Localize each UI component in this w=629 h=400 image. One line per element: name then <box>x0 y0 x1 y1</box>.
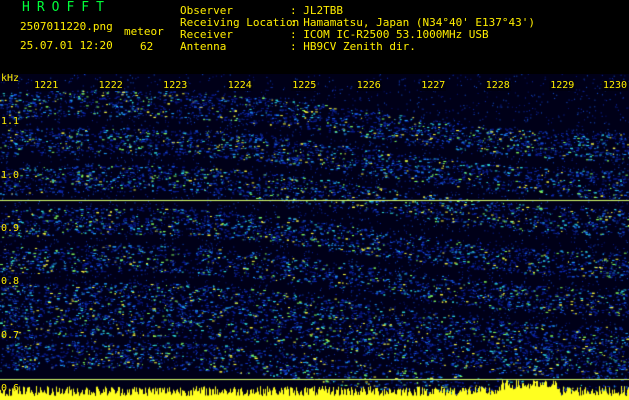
y-tick-label: 0.6 <box>1 383 20 395</box>
header-panel: HROFFT 2507011220.png 25.07.01 12:20 met… <box>0 0 629 74</box>
location-value: : Hamamatsu, Japan (N34°40' E137°43') <box>290 16 536 29</box>
x-tick-label: 1222 <box>97 80 124 91</box>
x-tick-label: 1228 <box>484 80 511 91</box>
observation-datetime: 25.07.01 12:20 <box>20 39 113 52</box>
location-label: Receiving Location <box>180 16 300 29</box>
x-tick-label: 1226 <box>355 80 382 91</box>
antenna-value: : HB9CV Zenith dir. <box>290 40 416 53</box>
x-tick-label: 1229 <box>549 80 576 91</box>
receiver-value: : ICOM IC-R2500 53.1000MHz USB <box>290 28 489 41</box>
meteor-count: 62 <box>140 40 154 53</box>
antenna-label: Antenna <box>180 40 227 53</box>
meteor-label: meteor <box>124 25 164 38</box>
receiver-label: Receiver <box>180 28 233 41</box>
y-tick-label: 0.7 <box>1 329 20 341</box>
app-title: HROFFT <box>22 0 111 15</box>
x-tick-label: 1221 <box>33 80 60 91</box>
y-tick-label: 1.1 <box>1 116 20 128</box>
hrofft-window: HROFFT 2507011220.png 25.07.01 12:20 met… <box>0 0 629 400</box>
x-tick-label: 1230 <box>602 80 629 91</box>
file-name: 2507011220.png <box>20 20 113 33</box>
y-tick-label: 0.9 <box>1 222 20 234</box>
y-tick-label: 0.8 <box>1 276 20 288</box>
x-tick-label: 1225 <box>291 80 318 91</box>
spectrogram-plot <box>0 74 629 400</box>
x-tick-label: 1224 <box>226 80 253 91</box>
y-axis-unit-label: kHz <box>1 73 20 84</box>
y-tick-label: 1.0 <box>1 169 20 181</box>
observer-label: Observer <box>180 4 233 17</box>
observer-value: : JL2TBB <box>290 4 343 17</box>
x-tick-label: 1223 <box>162 80 189 91</box>
x-tick-label: 1227 <box>420 80 447 91</box>
